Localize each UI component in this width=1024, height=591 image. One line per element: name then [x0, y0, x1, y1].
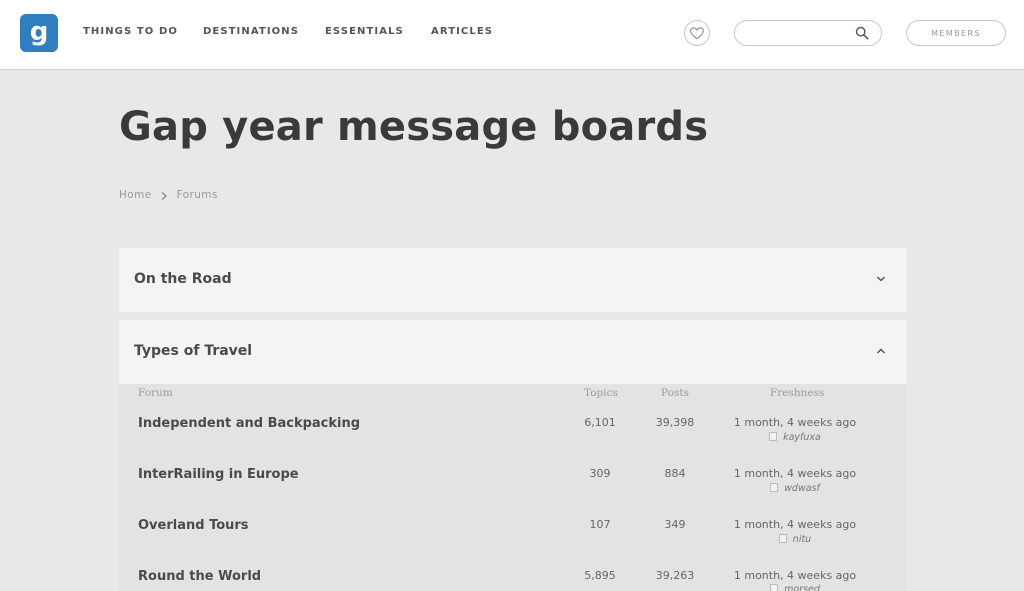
last-poster-name: nitu	[792, 534, 812, 545]
freshness-link[interactable]: 1 month, 4 weeks ago	[720, 569, 870, 582]
last-poster[interactable]: nitu	[720, 534, 870, 545]
site-logo[interactable]: g	[20, 14, 58, 52]
search-box[interactable]	[734, 20, 882, 46]
topics-count: 6,101	[584, 416, 616, 429]
search-icon[interactable]	[855, 26, 869, 40]
last-poster-name: kayfuxa	[783, 432, 821, 443]
last-poster-name: morsed	[784, 584, 820, 591]
forum-link-round-the-world[interactable]: Round the World	[138, 569, 261, 584]
nav-destinations[interactable]: DESTINATIONS	[203, 26, 299, 37]
topics-count: 309	[589, 467, 611, 480]
avatar	[770, 584, 779, 591]
posts-count: 39,263	[655, 569, 695, 582]
chevron-right-icon	[161, 192, 167, 200]
avatar	[770, 483, 779, 492]
last-poster[interactable]: kayfuxa	[720, 432, 870, 443]
page-title: Gap year message boards	[119, 104, 709, 150]
breadcrumb: Home Forums	[119, 189, 218, 201]
logo-g-icon: g	[30, 18, 49, 47]
panel-on-the-road[interactable]: On the Road	[119, 248, 907, 312]
last-poster[interactable]: wdwasf	[720, 483, 870, 494]
members-button[interactable]: MEMBERS	[906, 20, 1006, 46]
chevron-up-icon[interactable]	[875, 345, 887, 357]
topics-count: 5,895	[584, 569, 616, 582]
panel-types-of-travel[interactable]: Types of Travel	[119, 320, 907, 384]
freshness-link[interactable]: 1 month, 4 weeks ago	[720, 467, 870, 480]
breadcrumb-forums[interactable]: Forums	[177, 189, 218, 201]
column-header-forum: Forum	[138, 387, 173, 399]
nav-essentials[interactable]: ESSENTIALS	[325, 26, 404, 37]
posts-count: 349	[664, 518, 686, 531]
forum-link-overland-tours[interactable]: Overland Tours	[138, 518, 249, 533]
topics-count: 107	[589, 518, 611, 531]
column-header-freshness: Freshness	[770, 387, 825, 399]
avatar	[778, 534, 787, 543]
forum-link-interrailing-europe[interactable]: InterRailing in Europe	[138, 467, 299, 482]
nav-articles[interactable]: ARTICLES	[431, 26, 493, 37]
column-header-posts: Posts	[661, 387, 689, 399]
last-poster[interactable]: morsed	[720, 584, 870, 591]
last-poster-name: wdwasf	[784, 483, 820, 494]
breadcrumb-home[interactable]: Home	[119, 189, 152, 201]
panel-label: On the Road	[134, 271, 232, 287]
heart-icon	[690, 26, 704, 39]
freshness-link[interactable]: 1 month, 4 weeks ago	[720, 518, 870, 531]
nav-things-to-do[interactable]: THINGS TO DO	[83, 26, 178, 37]
search-input[interactable]	[745, 25, 845, 42]
panel-label: Types of Travel	[134, 343, 253, 359]
posts-count: 39,398	[655, 416, 695, 429]
svg-text:g: g	[30, 18, 49, 47]
forum-link-independent-backpacking[interactable]: Independent and Backpacking	[138, 416, 360, 431]
site-header: g THINGS TO DO DESTINATIONS ESSENTIALS A…	[0, 0, 1024, 70]
favourites-button[interactable]	[684, 20, 710, 46]
avatar	[769, 432, 778, 441]
freshness-link[interactable]: 1 month, 4 weeks ago	[720, 416, 870, 429]
chevron-down-icon[interactable]	[875, 273, 887, 285]
column-header-topics: Topics	[584, 387, 618, 399]
posts-count: 884	[664, 467, 686, 480]
